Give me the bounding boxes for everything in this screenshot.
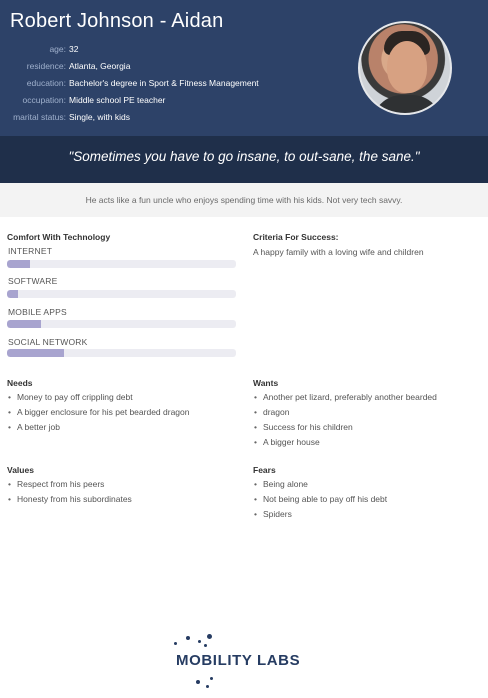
comfort-bar-social-network [7,349,65,357]
list-item-continuation: dragon [253,405,483,420]
comfort-bar-mobile-apps [7,320,42,328]
logo-wordmark: MOBILITY LABS [176,652,301,669]
quote-band: "Sometimes you have to go insane, to out… [0,136,488,183]
fact-value: Atlanta, Georgia [69,61,131,71]
comfort-track-mobile-apps [7,320,236,328]
comfort-label-software: SOFTWARE [8,276,58,286]
fact-age: age: 32 [0,41,300,58]
needs-title: Needs [7,378,33,388]
mobility-labs-logo: MOBILITY LABS [170,632,320,692]
comfort-label-social-network: SOCIAL NETWORK [8,337,88,347]
comfort-bar-internet [7,260,30,268]
comfort-title: Comfort With Technology [7,232,111,242]
comfort-bar-software [7,290,19,298]
list-item: Honesty from his subordinates [7,492,242,507]
list-item: Not being able to pay off his debt [253,492,483,507]
persona-facts: age: 32 residence: Atlanta, Georgia educ… [0,41,300,126]
fact-education: education: Bachelor's degree in Sport & … [0,75,300,92]
fact-value: Single, with kids [69,112,130,122]
values-title: Values [7,465,34,475]
list-item: Money to pay off crippling debt [7,390,242,405]
fact-label: education: [26,78,66,88]
comfort-track-internet [7,260,236,268]
wants-list: Another pet lizard, preferably another b… [253,390,483,450]
list-item: Another pet lizard, preferably another b… [253,390,483,405]
list-item: Spiders [253,507,483,522]
comfort-track-software [7,290,236,298]
persona-header: Robert Johnson - Aidan age: 32 residence… [0,0,488,136]
list-item: Respect from his peers [7,477,242,492]
criteria-text: A happy family with a loving wife and ch… [253,247,424,257]
fact-value: Middle school PE teacher [69,95,166,105]
fact-residence: residence: Atlanta, Georgia [0,58,300,75]
summary-band: He acts like a fun uncle who enjoys spen… [0,183,488,217]
list-item: A better job [7,420,242,435]
persona-summary: He acts like a fun uncle who enjoys spen… [85,195,403,205]
fact-label: occupation: [22,95,66,105]
photo-face [387,41,427,93]
fact-value: 32 [69,44,79,54]
list-item: A bigger house [253,435,483,450]
persona-quote: "Sometimes you have to go insane, to out… [68,149,420,164]
list-item: Success for his children [253,420,483,435]
list-item: Being alone [253,477,483,492]
photo-shirt [372,95,442,113]
criteria-title: Criteria For Success: [253,232,339,242]
logo-dot [206,685,209,688]
logo-dot [174,642,177,645]
logo-dot [207,634,212,639]
comfort-label-internet: INTERNET [8,246,53,256]
wants-title: Wants [253,378,279,388]
fears-list: Being alone Not being able to pay off hi… [253,477,483,522]
fact-occupation: occupation: Middle school PE teacher [0,92,300,109]
values-list: Respect from his peers Honesty from his … [7,477,242,507]
fact-marital-status: marital status: Single, with kids [0,109,300,126]
comfort-label-mobile-apps: MOBILE APPS [8,307,67,317]
fears-title: Fears [253,465,276,475]
list-item: A bigger enclosure for his pet bearded d… [7,405,242,420]
logo-dot [198,640,201,643]
needs-list: Money to pay off crippling debt A bigger… [7,390,242,435]
fact-label: marital status: [13,112,66,122]
fact-label: residence: [26,61,66,71]
persona-photo [358,21,452,115]
wrapped-text: dragon [263,407,290,417]
fact-value: Bachelor's degree in Sport & Fitness Man… [69,78,259,88]
logo-dot [196,680,200,684]
logo-dot [186,636,190,640]
logo-dot [204,644,207,647]
logo-dot [210,677,213,680]
fact-label: age: [49,44,66,54]
persona-name: Robert Johnson - Aidan [10,10,224,32]
comfort-track-social-network [7,349,236,357]
